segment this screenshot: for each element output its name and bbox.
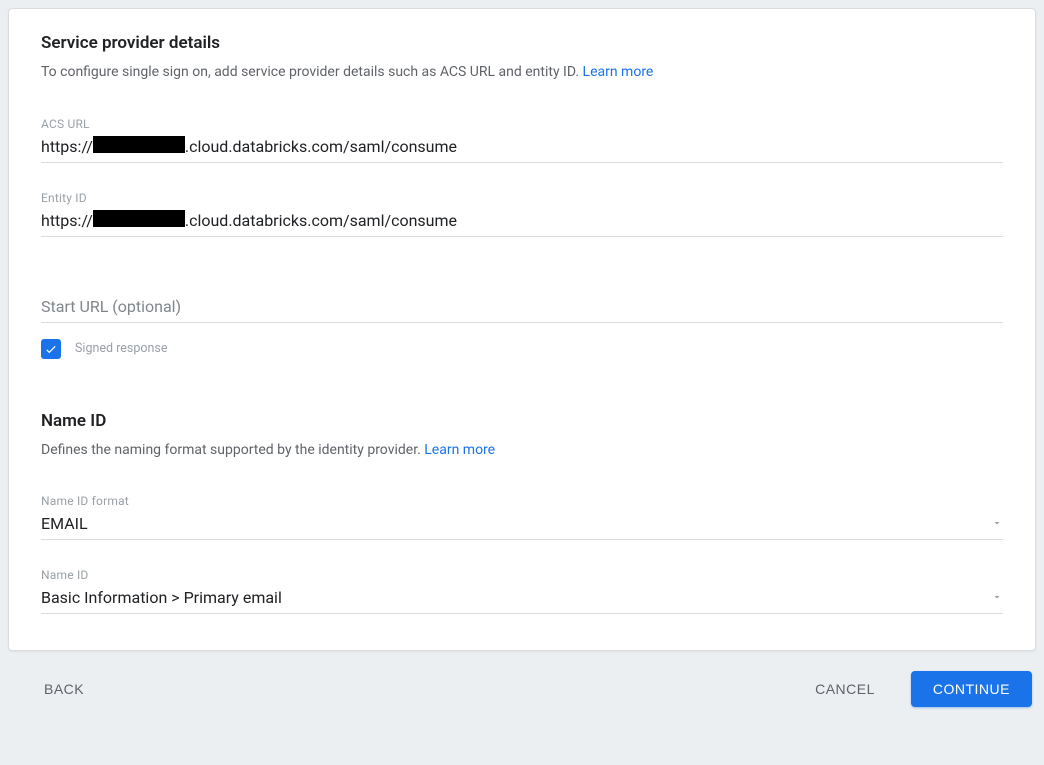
nameid-format-value: EMAIL bbox=[41, 514, 88, 533]
acs-url-field: ACS URL https:// .cloud.databricks.com/sa… bbox=[41, 117, 1003, 163]
acs-url-input[interactable]: https:// .cloud.databricks.com/saml/consu… bbox=[41, 135, 1003, 163]
sp-description: To configure single sign on, add service… bbox=[41, 63, 1003, 83]
entity-id-suffix: .cloud.databricks.com/saml/consume bbox=[185, 211, 457, 230]
signed-response-label: Signed response bbox=[75, 341, 168, 356]
footer-right-group: CANCEL CONTINUE bbox=[803, 671, 1032, 707]
entity-id-input[interactable]: https:// .cloud.databricks.com/saml/consu… bbox=[41, 209, 1003, 237]
entity-id-field: Entity ID https:// .cloud.databricks.com/… bbox=[41, 191, 1003, 237]
nameid-format-field: Name ID format EMAIL bbox=[41, 494, 1003, 540]
nameid-learn-more-link[interactable]: Learn more bbox=[424, 442, 495, 458]
acs-url-label: ACS URL bbox=[41, 117, 1003, 131]
acs-url-redacted bbox=[93, 136, 185, 153]
start-url-input[interactable]: Start URL (optional) bbox=[41, 295, 1003, 323]
nameid-format-select[interactable]: EMAIL bbox=[41, 512, 1003, 540]
entity-id-redacted bbox=[93, 210, 185, 227]
chevron-down-icon bbox=[991, 588, 1003, 607]
cancel-button[interactable]: CANCEL bbox=[803, 673, 887, 705]
service-provider-card: Service provider details To configure si… bbox=[8, 8, 1036, 651]
chevron-down-icon bbox=[991, 514, 1003, 533]
nameid-description: Defines the naming format supported by t… bbox=[41, 441, 1003, 461]
continue-button[interactable]: CONTINUE bbox=[911, 671, 1032, 707]
start-url-field: Start URL (optional) bbox=[41, 295, 1003, 323]
nameid-mapping-field: Name ID Basic Information > Primary emai… bbox=[41, 568, 1003, 614]
footer-bar: BACK CANCEL CONTINUE bbox=[0, 651, 1044, 723]
nameid-mapping-label: Name ID bbox=[41, 568, 1003, 582]
nameid-mapping-select[interactable]: Basic Information > Primary email bbox=[41, 586, 1003, 614]
signed-response-row: Signed response bbox=[41, 339, 1003, 359]
nameid-mapping-value: Basic Information > Primary email bbox=[41, 588, 282, 607]
nameid-title: Name ID bbox=[41, 411, 1003, 431]
nameid-format-label: Name ID format bbox=[41, 494, 1003, 508]
signed-response-checkbox[interactable] bbox=[41, 339, 61, 359]
entity-id-prefix: https:// bbox=[41, 211, 93, 230]
back-button[interactable]: BACK bbox=[32, 673, 96, 705]
acs-url-prefix: https:// bbox=[41, 137, 93, 156]
check-icon bbox=[44, 342, 58, 356]
nameid-desc-text: Defines the naming format supported by t… bbox=[41, 442, 424, 458]
entity-id-label: Entity ID bbox=[41, 191, 1003, 205]
acs-url-suffix: .cloud.databricks.com/saml/consume bbox=[185, 137, 457, 156]
sp-learn-more-link[interactable]: Learn more bbox=[583, 64, 654, 80]
sp-title: Service provider details bbox=[41, 33, 1003, 53]
sp-desc-text: To configure single sign on, add service… bbox=[41, 64, 583, 80]
